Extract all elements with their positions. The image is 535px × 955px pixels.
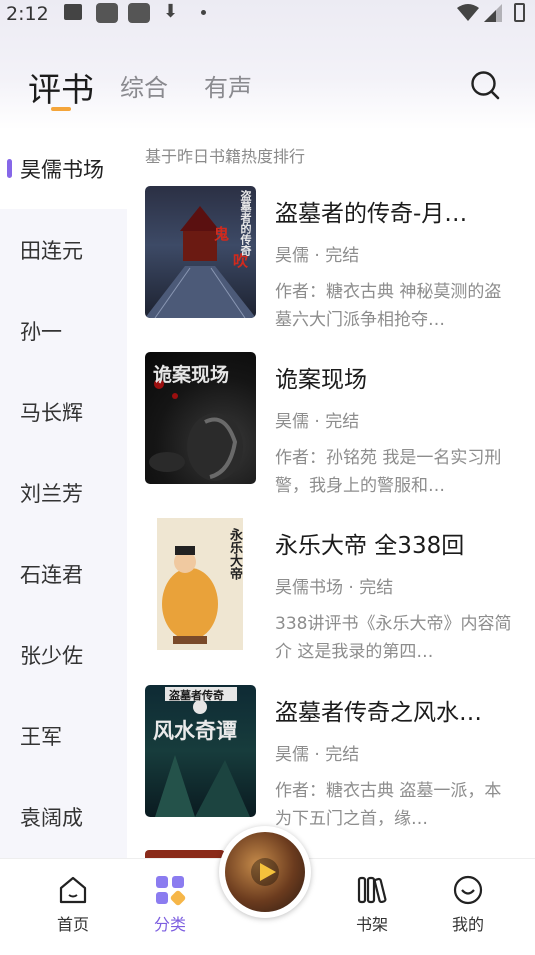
status-bar: 2:12 ⬇ xyxy=(0,0,535,30)
image-icon xyxy=(64,4,82,20)
status-time: 2:12 xyxy=(6,3,49,25)
book-title: 诡案现场 xyxy=(275,367,367,393)
sidebar-item-shilianjun[interactable]: 石连君 xyxy=(0,533,127,614)
book-description: 作者：糖衣古典 神秘莫测的盗墓六大门派争相抢夺… xyxy=(275,282,502,330)
sidebar-item-label: 王军 xyxy=(20,724,62,749)
bookshelf-icon xyxy=(357,876,387,904)
sidebar-item-wangjun[interactable]: 王军 xyxy=(0,695,127,776)
now-playing-cover xyxy=(225,832,305,912)
sidebar-item-yuankuocheng[interactable]: 袁阔成 xyxy=(0,776,127,857)
sidebar-item-label: 刘兰芳 xyxy=(20,481,83,506)
book-meta: 昊儒书场 · 完结 xyxy=(275,578,394,598)
svg-text:鬼: 鬼 xyxy=(212,225,230,242)
book-cover: 盗墓者传奇 风水奇谭 xyxy=(145,685,256,817)
book-title: 永乐大帝 全338回 xyxy=(275,533,465,559)
sidebar-item-label: 昊儒书场 xyxy=(20,157,104,182)
book-description: 作者：糖衣古典 盗墓一派，本为下五门之首，缘… xyxy=(275,781,502,829)
sidebar-item-tianlianyuan[interactable]: 田连元 xyxy=(0,209,127,290)
book-item[interactable]: 盗墓者传奇 风水奇谭 盗墓者传奇之风水… 昊儒 · 完结 作者：糖衣古典 盗墓一… xyxy=(145,685,520,835)
profile-icon xyxy=(453,875,483,905)
sidebar: 昊儒书场 田连元 孙一 马长辉 刘兰芳 石连君 张少佐 王军 袁阔成 xyxy=(0,128,127,858)
book-item[interactable]: 鬼 吹 盗墓者的传奇 盗墓者的传奇-月… 昊儒 · 完结 作者：糖衣古典 神秘莫… xyxy=(145,186,520,336)
active-item-indicator xyxy=(7,159,12,178)
nav-label: 首页 xyxy=(56,915,89,934)
app-notification-icon xyxy=(96,3,118,23)
ranking-subtitle: 基于昨日书籍热度排行 xyxy=(145,147,306,166)
cover-art xyxy=(155,687,250,817)
nav-label: 分类 xyxy=(153,915,186,934)
nav-category[interactable]: 分类 xyxy=(135,873,205,935)
battery-icon xyxy=(514,3,525,22)
tab-pingshu[interactable]: 评书 xyxy=(28,63,94,111)
nav-home[interactable]: 首页 xyxy=(38,873,108,935)
sidebar-item-label: 田连元 xyxy=(20,238,83,263)
tab-zonghe[interactable]: 综合 xyxy=(120,68,168,103)
search-icon[interactable] xyxy=(470,70,500,100)
app-notification-icon xyxy=(128,3,150,23)
sidebar-item-haoru[interactable]: 昊儒书场 xyxy=(0,128,127,209)
home-icon xyxy=(59,876,87,904)
category-icon xyxy=(156,876,186,906)
sidebar-item-label: 袁阔成 xyxy=(20,805,83,830)
signal-icon xyxy=(484,4,502,22)
book-cover: 诡案现场 xyxy=(145,352,256,484)
book-meta: 昊儒 · 完结 xyxy=(275,246,360,266)
more-notifications-icon xyxy=(201,10,206,15)
tab-yousheng[interactable]: 有声 xyxy=(204,68,252,103)
book-description: 作者：孙铭苑 我是一名实习刑警，我身上的警服和… xyxy=(275,448,502,496)
category-tabs: 评书 综合 有声 xyxy=(0,60,535,120)
now-playing-button[interactable] xyxy=(219,826,311,918)
active-tab-indicator xyxy=(51,107,71,111)
book-meta: 昊儒 · 完结 xyxy=(275,412,360,432)
cover-title: 盗墓者的传奇 xyxy=(239,190,252,256)
cover-title: 永乐大帝 xyxy=(227,528,242,580)
nav-label: 书架 xyxy=(355,915,388,934)
cover-title: 诡案现场 xyxy=(153,364,230,386)
nav-profile[interactable]: 我的 xyxy=(433,873,503,935)
book-description: 338讲评书《永乐大帝》内容简介 这是我录的第四… xyxy=(275,614,512,662)
book-item[interactable]: 诡案现场 诡案现场 昊儒 · 完结 作者：孙铭苑 我是一名实习刑警，我身上的警服… xyxy=(145,352,520,502)
cover-subtitle: 盗墓者传奇 xyxy=(169,689,224,702)
sidebar-item-zhangshaozuo[interactable]: 张少佐 xyxy=(0,614,127,695)
sidebar-item-sunyi[interactable]: 孙一 xyxy=(0,290,127,371)
book-item[interactable]: 永乐大帝 永乐大帝 全338回 昊儒书场 · 完结 338讲评书《永乐大帝》内容… xyxy=(145,518,520,668)
sidebar-item-label: 石连君 xyxy=(20,562,83,587)
sidebar-item-liulanfang[interactable]: 刘兰芳 xyxy=(0,452,127,533)
download-icon: ⬇ xyxy=(163,1,179,22)
book-meta: 昊儒 · 完结 xyxy=(275,745,360,765)
book-cover: 鬼 吹 盗墓者的传奇 xyxy=(145,186,256,318)
book-title: 盗墓者传奇之风水… xyxy=(275,700,482,726)
sidebar-item-label: 张少佐 xyxy=(20,643,83,668)
sidebar-item-machanghui[interactable]: 马长辉 xyxy=(0,371,127,452)
nav-label: 我的 xyxy=(451,915,484,934)
cover-title: 风水奇谭 xyxy=(153,718,237,743)
sidebar-item-label: 马长辉 xyxy=(20,400,83,425)
book-title: 盗墓者的传奇-月… xyxy=(275,201,468,227)
wifi-icon xyxy=(457,4,479,21)
nav-bookshelf[interactable]: 书架 xyxy=(337,873,407,935)
book-cover: 永乐大帝 xyxy=(145,518,256,650)
sidebar-item-label: 孙一 xyxy=(20,319,62,344)
play-icon xyxy=(251,858,279,886)
